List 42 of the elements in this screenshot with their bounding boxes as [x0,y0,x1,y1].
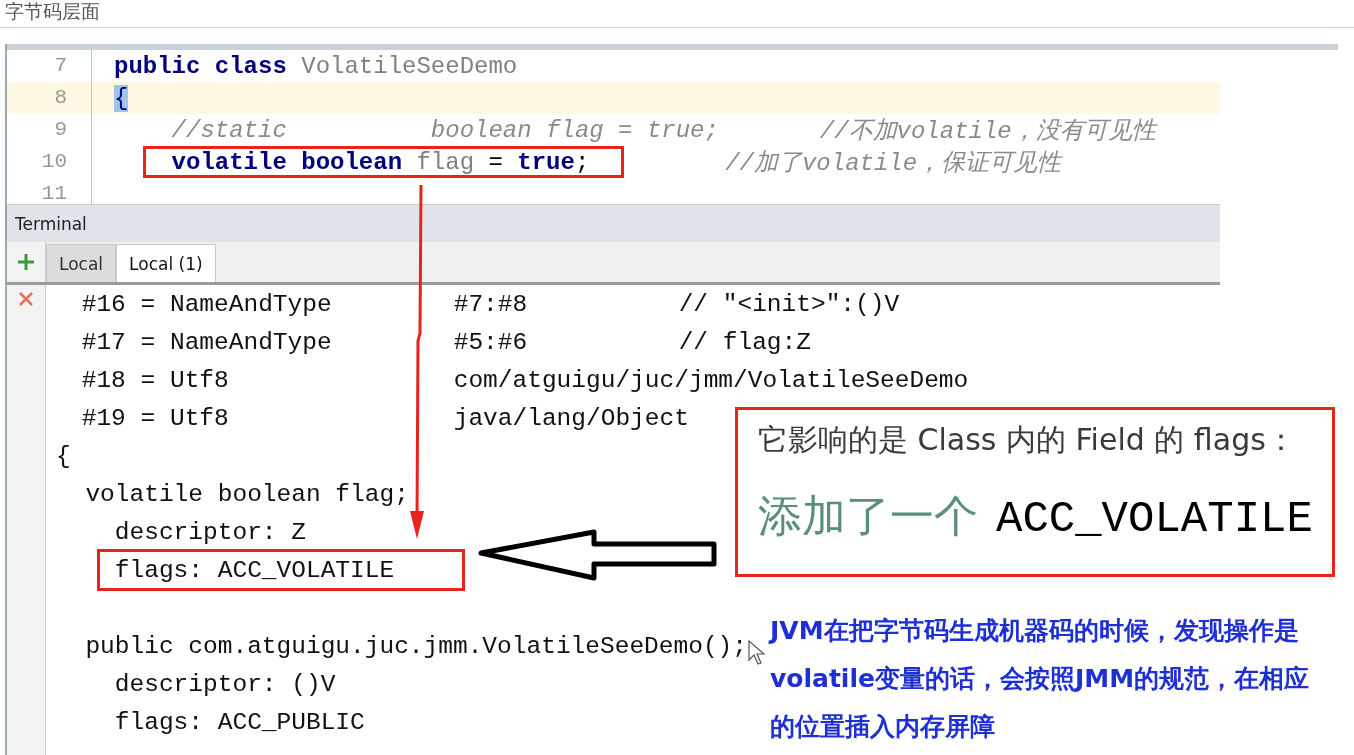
code-comment: //不加volatile，没有可见性 [819,117,1156,146]
note-text: JVM在把字节码生成机器码的时候，发现操作是volatile变量的话，会按照JMM的规范，在相应的位置插入内存屏障 [770,615,1310,743]
terminal-tab[interactable]: Local [46,244,117,282]
code-token: volatile boolean [171,148,404,176]
terminal-tab[interactable]: Local (1) [116,244,216,282]
code-token: { [114,84,129,112]
code-token: = [488,148,504,176]
code-token: VolatileSeeDemo [301,52,518,80]
terminal-cell-text: #5:#6 [453,328,529,356]
cursor-icon [748,640,766,666]
code-token: flag [416,148,475,176]
terminal-cell-text: #16 = NameAndType [81,290,333,318]
panel-title: Terminal [15,213,87,234]
line-number: 10 [7,146,92,178]
callout-value: ACC_VOLATILE [996,494,1313,544]
terminal-cell-text: #7:#8 [453,290,529,318]
line-number: 9 [7,114,92,146]
terminal-cell: // flag:Z [678,328,811,356]
add-icon[interactable] [17,253,35,271]
terminal-line: flags: ACC_VOLATILE [114,556,395,584]
code-token: ; [574,148,590,176]
terminal-cell: java/lang/Object [453,404,689,432]
terminal-cell-text: #17 = NameAndType [81,328,333,356]
code-token: public class [114,52,288,80]
terminal-cell: com/atguigu/juc/jmm/VolatileSeeDemo [453,366,969,394]
code-token: true [517,148,575,176]
terminal-line: public com.atguigu.juc.jmm.VolatileSeeDemo(); [85,632,747,660]
terminal-line: descriptor: Z [114,518,306,546]
code-comment: //static boolean flag = true; [171,116,719,144]
terminal-line: { [56,442,71,470]
terminal-cell-text: #19 = Utf8 [81,404,230,432]
callout-label: 添加了一个 [758,489,978,543]
terminal-line: flags: ACC_PUBLIC [114,708,365,736]
terminal-cell-text: #18 = Utf8 [81,366,230,394]
page-title: 字节码层面 [5,0,100,22]
code-comment: //加了volatile，保证可见性 [725,149,1062,178]
callout-heading: 它影响的是 Class 内的 Field 的 flags： [758,421,1296,459]
close-icon[interactable] [18,291,34,307]
terminal-line: descriptor: ()V [114,670,336,698]
terminal-cell: // "<init>":()V [678,290,900,318]
line-number: 8 [7,82,92,114]
terminal-line: volatile boolean flag; [85,480,409,508]
